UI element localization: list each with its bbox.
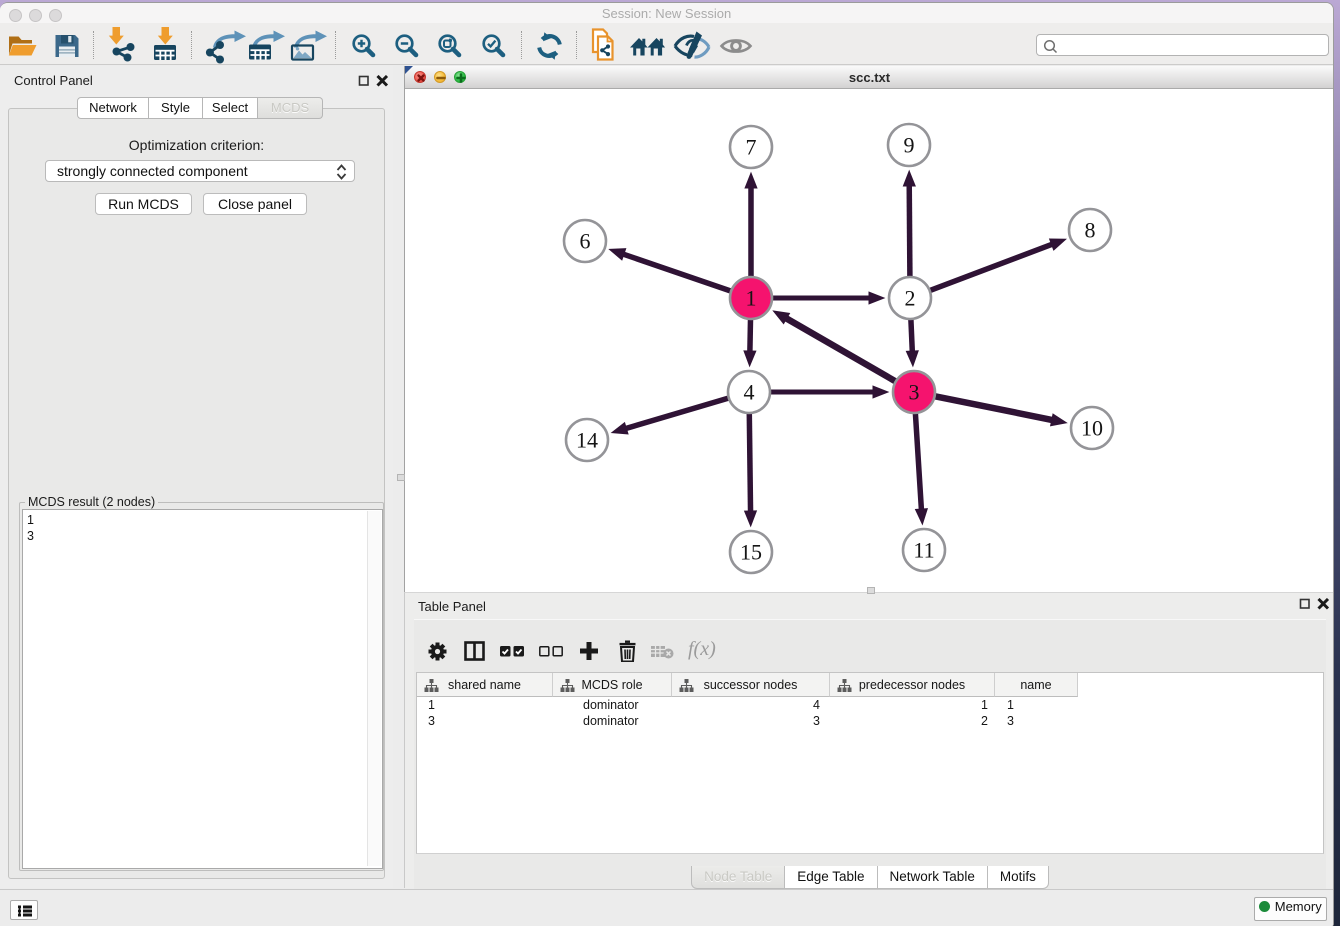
svg-text:1: 1: [746, 286, 757, 311]
svg-text:3: 3: [909, 380, 920, 405]
svg-text:10: 10: [1081, 416, 1103, 441]
svg-text:9: 9: [904, 133, 915, 158]
svg-text:14: 14: [576, 428, 598, 453]
svg-text:8: 8: [1085, 218, 1096, 243]
svg-text:11: 11: [913, 538, 934, 563]
svg-text:2: 2: [905, 286, 916, 311]
svg-text:6: 6: [580, 229, 591, 254]
svg-text:15: 15: [740, 540, 762, 565]
svg-text:7: 7: [746, 135, 757, 160]
svg-text:4: 4: [744, 380, 755, 405]
